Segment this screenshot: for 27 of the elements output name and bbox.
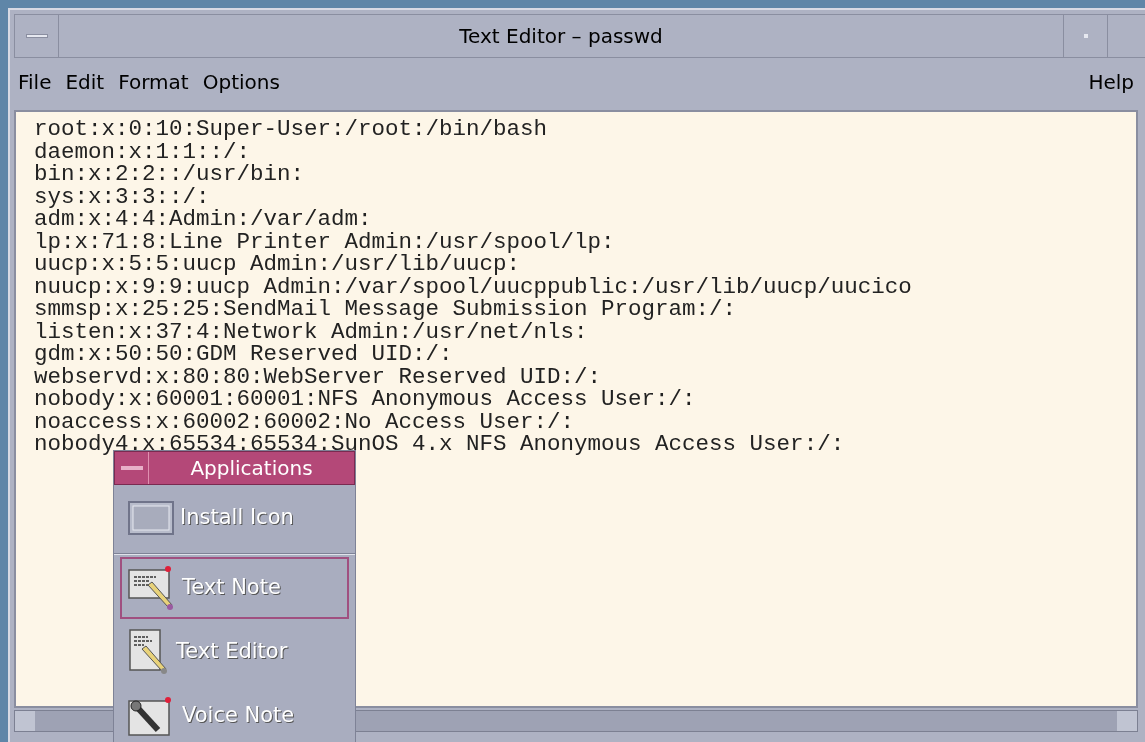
menu-item[interactable]: File <box>18 67 52 97</box>
empty-frame-icon <box>128 501 174 535</box>
menu-item[interactable]: Options <box>202 67 280 97</box>
text-line: uucp:x:5:5:uucp Admin:/usr/lib/uucp: <box>34 253 521 276</box>
text-line: lp:x:71:8:Line Printer Admin:/usr/spool/lp: <box>34 230 615 253</box>
text-area[interactable] <box>14 110 1138 708</box>
text-line: smmsp:x:25:25:SendMail Message Submission Program:/: <box>34 298 737 321</box>
text-line: nobody:x:60001:60001:NFS Anonymous Access User:/: <box>34 388 696 411</box>
window-title: Text Editor – passwd <box>458 23 664 50</box>
text-line: webservd:x:80:80:WebServer Reserved UID:/: <box>34 365 602 388</box>
text-line: nuucp:x:9:9:uucp Admin:/var/spool/uucppublic:/usr/lib/uucp/uucico <box>34 275 912 298</box>
minus-icon <box>25 34 48 38</box>
text-line: adm:x:4:4:Admin:/var/adm: <box>34 208 372 231</box>
text-line: sys:x:3:3::/: <box>34 185 210 208</box>
pencil-on-note-icon <box>128 565 176 611</box>
menu-title: Applications <box>189 455 314 482</box>
help-menu[interactable]: Help <box>1088 67 1134 97</box>
menu-item[interactable]: Edit <box>65 67 105 97</box>
text-line: root:x:0:10:Super-User:/root:/bin/bash <box>34 118 548 141</box>
text-line: gdm:x:50:50:GDM Reserved UID:/: <box>34 343 453 366</box>
minus-icon <box>120 466 143 470</box>
text-line: bin:x:2:2::/usr/bin: <box>34 163 305 186</box>
text-line: daemon:x:1:1::/: <box>34 140 251 163</box>
text-line: listen:x:37:4:Network Admin:/usr/net/nls: <box>34 320 588 343</box>
pencil-on-page-icon <box>128 629 170 675</box>
menu-item[interactable]: Format <box>118 67 189 97</box>
text-line: noaccess:x:60002:60002:No Access User:/: <box>34 410 575 433</box>
